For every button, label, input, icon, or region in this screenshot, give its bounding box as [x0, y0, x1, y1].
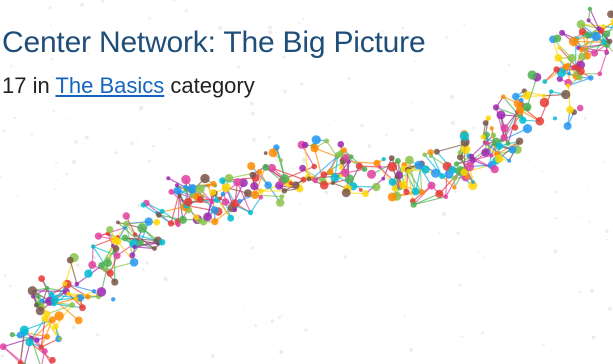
post-meta-suffix: category — [164, 73, 255, 98]
post-meta-prefix: 17 in — [2, 73, 56, 98]
category-link[interactable]: The Basics — [55, 73, 164, 98]
post-meta: 17 in The Basics category — [2, 73, 255, 99]
page-title: Center Network: The Big Picture — [2, 26, 426, 59]
